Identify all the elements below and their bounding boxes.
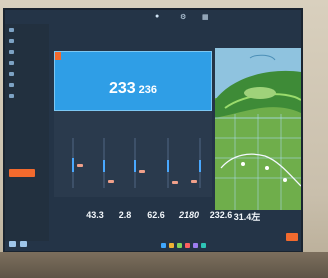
ball-marker <box>283 178 287 182</box>
course-map-svg <box>215 48 301 210</box>
shot-stats: 43.3 2.8 62.6 2180 232.6 31.4左 <box>81 210 301 228</box>
stat-2: 62.6 <box>147 210 165 220</box>
top-bar: ● ⚙ ▦ <box>5 10 301 24</box>
sidebar-item[interactable] <box>5 35 49 46</box>
ball-speed-card: 233 236 <box>54 51 212 111</box>
metric-bar-1 <box>103 160 105 172</box>
dock-icon[interactable] <box>200 242 206 248</box>
dock-icon[interactable] <box>176 242 182 248</box>
sidebar-item[interactable] <box>5 68 49 79</box>
sidebar-icon <box>9 71 14 76</box>
stat-4: 232.6 <box>209 210 233 220</box>
course-view[interactable] <box>215 48 301 210</box>
sidebar-item[interactable] <box>5 57 49 68</box>
stat-5: 31.4左 <box>233 212 261 222</box>
course-green <box>244 87 276 99</box>
dock-icon[interactable] <box>160 242 166 248</box>
projector-screen: ● ⚙ ▦ 233 236 43.3 2.8 62.6 2180 232.6 3… <box>3 8 303 253</box>
speed-tag <box>55 52 61 60</box>
metric-bar-4 <box>199 160 201 172</box>
stat-0: 43.3 <box>86 210 104 220</box>
sidebar-icon <box>9 93 14 98</box>
metric-marker-2 <box>139 170 145 173</box>
ball-marker <box>241 162 245 166</box>
sidebar-icon <box>9 27 14 32</box>
stat-3: 2180 <box>178 210 200 220</box>
taskbar-left <box>9 241 27 247</box>
speed-sub-value: 236 <box>138 84 158 96</box>
metric-marker-1 <box>108 180 114 183</box>
metric-marker-3 <box>172 181 178 184</box>
stat-1: 2.8 <box>118 210 132 220</box>
sidebar-item[interactable] <box>5 46 49 57</box>
sidebar-icon <box>9 82 14 87</box>
speed-values: 233 236 <box>54 80 212 98</box>
system-dock <box>125 241 241 249</box>
speed-main-value: 233 <box>108 80 136 97</box>
sidebar-item[interactable] <box>5 90 49 101</box>
sidebar-icon <box>9 60 14 65</box>
menu-icon[interactable] <box>20 241 27 247</box>
settings-icon[interactable]: ⚙ <box>180 13 186 21</box>
metric-marker-0 <box>77 164 83 167</box>
next-shot-button[interactable] <box>286 233 298 241</box>
metric-marker-4 <box>191 180 197 183</box>
metric-bar-0 <box>72 158 74 172</box>
sidebar-icon <box>9 38 14 43</box>
dock-icon[interactable] <box>184 242 190 248</box>
user-icon[interactable]: ● <box>155 13 159 20</box>
grid-icon[interactable]: ▦ <box>202 13 209 21</box>
sidebar <box>5 24 49 241</box>
sidebar-item[interactable] <box>5 79 49 90</box>
home-icon[interactable] <box>9 241 16 247</box>
dock-icon[interactable] <box>168 242 174 248</box>
sidebar-action-button[interactable] <box>9 169 35 177</box>
sidebar-icon <box>9 49 14 54</box>
dock-icon[interactable] <box>192 242 198 248</box>
metric-bar-2 <box>134 160 136 172</box>
metric-bar-3 <box>167 160 169 172</box>
sidebar-item[interactable] <box>5 24 49 35</box>
ball-marker <box>265 166 269 170</box>
floor <box>0 252 328 278</box>
